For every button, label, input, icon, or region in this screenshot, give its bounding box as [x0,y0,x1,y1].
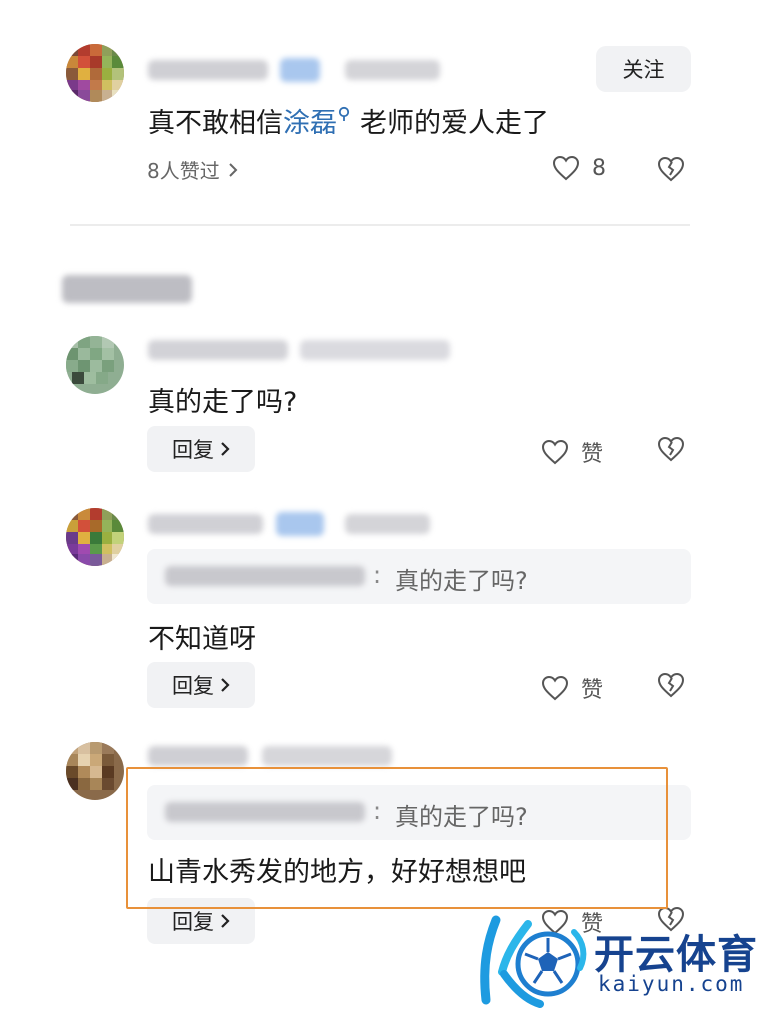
liked-by-link[interactable]: 8人赞过 [147,155,238,184]
divider [70,224,690,226]
mention-name[interactable]: 涂磊 [283,108,337,139]
chevron-right-icon [221,678,230,692]
follow-button[interactable]: 关注 [596,46,691,92]
reply-button-label[interactable]: 回复 [172,906,214,936]
avatar[interactable] [66,742,124,800]
user-badge-blurred [280,58,320,82]
reply-button[interactable]: 回复 [147,662,255,708]
quoted-username-blurred [165,566,365,586]
reply-button-label[interactable]: 回复 [172,670,214,700]
quoted-text: 真的走了吗? [395,567,528,595]
avatar[interactable] [66,508,124,566]
username-blurred [148,746,248,766]
user-badge-blurred [276,512,324,536]
comment-text-after: 老师的爱人走了 [360,108,549,139]
comment-text-before: 真不敢相信 [148,108,283,139]
broken-heart-icon[interactable] [657,156,685,182]
user-meta-blurred [345,60,440,80]
username-blurred [148,340,288,360]
heart-icon[interactable] [541,439,569,465]
reply-text: 真的走了吗? [148,387,298,418]
like-label: 赞 [581,442,604,467]
reply-text: 不知道呀 [148,624,256,655]
quote-separator: : [373,561,382,589]
reply-button-label[interactable]: 回复 [172,434,214,464]
reply-button[interactable]: 回复 [147,426,255,472]
mention-link[interactable]: 涂磊 [283,106,352,139]
user-meta-blurred [300,340,450,360]
user-meta-blurred [262,746,392,766]
liked-by-text[interactable]: 8人赞过 [147,155,220,184]
highlight-annotation [126,767,668,909]
broken-heart-icon[interactable] [657,436,685,462]
quoted-reply: : 真的走了吗? [147,549,691,604]
brand-domain: kaiyun.com [598,972,745,996]
like-button[interactable]: 赞 [541,436,603,468]
heart-icon[interactable] [552,155,580,181]
search-icon[interactable] [338,106,352,122]
section-header-blurred [62,275,192,303]
like-label: 赞 [581,678,604,703]
chevron-right-icon [221,442,230,456]
username-blurred [148,60,268,80]
avatar[interactable] [66,44,124,102]
comment-text: 真不敢相信涂磊 老师的爱人走了 [148,101,549,140]
like-button[interactable]: 8 [552,155,606,181]
avatar[interactable] [66,336,124,394]
username-blurred [148,514,263,534]
broken-heart-icon[interactable] [657,672,685,698]
soccer-ball-logo-icon [480,915,587,1008]
like-count: 8 [592,155,606,181]
brand-watermark: 开云体育 kaiyun.com [474,912,760,1012]
user-meta-blurred [345,514,430,534]
heart-icon[interactable] [541,675,569,701]
chevron-right-icon [229,162,238,177]
like-button[interactable]: 赞 [541,672,603,704]
chevron-right-icon [221,914,230,928]
